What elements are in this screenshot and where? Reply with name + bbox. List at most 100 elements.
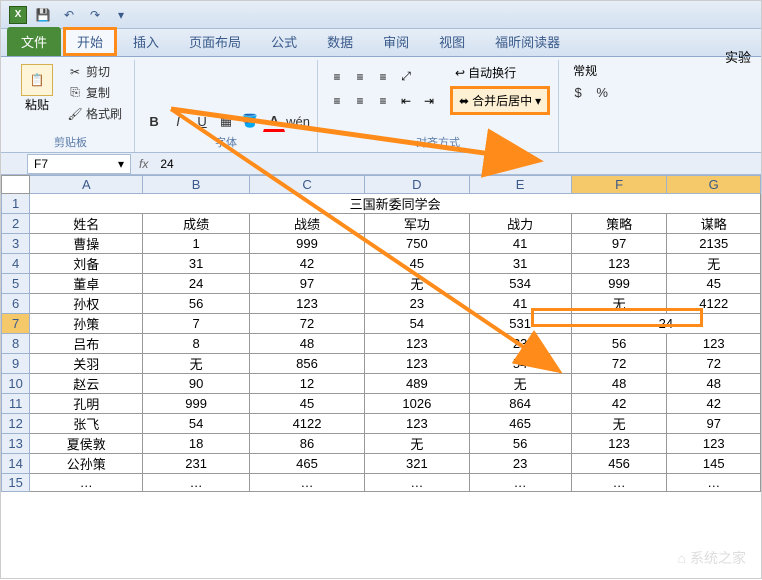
row-header[interactable]: 9 xyxy=(2,354,30,374)
cell[interactable]: 231 xyxy=(143,454,250,474)
cell[interactable]: 孙权 xyxy=(30,294,143,314)
row-header[interactable]: 12 xyxy=(2,414,30,434)
cell[interactable]: 23 xyxy=(469,334,571,354)
cell[interactable]: 54 xyxy=(143,414,250,434)
cell[interactable]: 97 xyxy=(667,414,761,434)
cell[interactable]: 18 xyxy=(143,434,250,454)
cell[interactable]: 123 xyxy=(571,254,667,274)
cell[interactable]: 军功 xyxy=(365,214,469,234)
cell[interactable]: 48 xyxy=(249,334,364,354)
bold-button[interactable]: B xyxy=(143,110,165,132)
row-header[interactable]: 5 xyxy=(2,274,30,294)
row-header[interactable]: 8 xyxy=(2,334,30,354)
cell[interactable]: 48 xyxy=(571,374,667,394)
col-header-B[interactable]: B xyxy=(143,176,250,194)
cell[interactable]: 吕布 xyxy=(30,334,143,354)
underline-button[interactable]: U xyxy=(191,110,213,132)
cell[interactable]: 97 xyxy=(571,234,667,254)
border-button[interactable]: ▦ xyxy=(215,110,237,132)
cell[interactable]: 41 xyxy=(469,234,571,254)
qat-undo-button[interactable]: ↶ xyxy=(59,5,79,25)
formula-bar-value[interactable]: 24 xyxy=(154,157,173,171)
cell[interactable]: 531 xyxy=(469,314,571,334)
italic-button[interactable]: I xyxy=(167,110,189,132)
tab-formulas[interactable]: 公式 xyxy=(257,27,311,56)
title-cell[interactable]: 三国新委同学会 xyxy=(30,194,761,214)
qat-redo-button[interactable]: ↷ xyxy=(85,5,105,25)
row-header[interactable]: 14 xyxy=(2,454,30,474)
tab-foxit[interactable]: 福昕阅读器 xyxy=(481,27,574,56)
cell[interactable]: 战力 xyxy=(469,214,571,234)
cell[interactable]: 72 xyxy=(249,314,364,334)
cell[interactable]: 56 xyxy=(143,294,250,314)
cell[interactable]: 42 xyxy=(667,394,761,414)
cell[interactable]: 24 xyxy=(571,314,760,334)
cell[interactable]: 1026 xyxy=(365,394,469,414)
cell[interactable]: 123 xyxy=(667,334,761,354)
cell[interactable]: 1 xyxy=(143,234,250,254)
cell[interactable]: 姓名 xyxy=(30,214,143,234)
cell[interactable]: 489 xyxy=(365,374,469,394)
col-header-E[interactable]: E xyxy=(469,176,571,194)
row-header[interactable]: 2 xyxy=(2,214,30,234)
cell[interactable]: 4122 xyxy=(667,294,761,314)
cell[interactable]: 24 xyxy=(143,274,250,294)
cell[interactable]: 曹操 xyxy=(30,234,143,254)
cell[interactable]: 无 xyxy=(667,254,761,274)
row-header[interactable]: 1 xyxy=(2,194,30,214)
cell[interactable]: … xyxy=(469,474,571,492)
cell[interactable]: 无 xyxy=(469,374,571,394)
cell[interactable]: 86 xyxy=(249,434,364,454)
cell[interactable]: 72 xyxy=(571,354,667,374)
cell[interactable]: … xyxy=(365,474,469,492)
row-header[interactable]: 7 xyxy=(2,314,30,334)
number-format-select[interactable]: 常规 xyxy=(567,62,613,79)
cell[interactable]: 750 xyxy=(365,234,469,254)
cell[interactable]: … xyxy=(249,474,364,492)
cell[interactable]: 145 xyxy=(667,454,761,474)
cell[interactable]: 45 xyxy=(249,394,364,414)
cell[interactable]: 23 xyxy=(365,294,469,314)
cell[interactable]: 123 xyxy=(365,354,469,374)
cell[interactable]: 2135 xyxy=(667,234,761,254)
cell[interactable]: 54 xyxy=(365,314,469,334)
cell[interactable]: 45 xyxy=(365,254,469,274)
cell[interactable]: 123 xyxy=(571,434,667,454)
cell[interactable]: 12 xyxy=(249,374,364,394)
cell[interactable]: 42 xyxy=(571,394,667,414)
fx-icon[interactable]: fx xyxy=(139,157,148,171)
align-top-button[interactable]: ≡ xyxy=(326,66,348,88)
name-box[interactable]: F7 ▾ xyxy=(27,154,131,174)
qat-save-button[interactable]: 💾 xyxy=(33,5,53,25)
cell[interactable]: 123 xyxy=(365,414,469,434)
cell[interactable]: 42 xyxy=(249,254,364,274)
cell[interactable]: 无 xyxy=(571,294,667,314)
cell[interactable]: 999 xyxy=(571,274,667,294)
col-header-F[interactable]: F xyxy=(571,176,667,194)
tab-review[interactable]: 审阅 xyxy=(369,27,423,56)
cell[interactable]: 56 xyxy=(469,434,571,454)
row-header[interactable]: 11 xyxy=(2,394,30,414)
cell[interactable]: 90 xyxy=(143,374,250,394)
cell[interactable]: 董卓 xyxy=(30,274,143,294)
row-header[interactable]: 13 xyxy=(2,434,30,454)
cell[interactable]: 23 xyxy=(469,454,571,474)
align-center-button[interactable]: ≡ xyxy=(349,90,371,112)
row-header[interactable]: 15 xyxy=(2,474,30,492)
cell[interactable]: 谋略 xyxy=(667,214,761,234)
cell[interactable]: 赵云 xyxy=(30,374,143,394)
cell[interactable]: 864 xyxy=(469,394,571,414)
cell[interactable]: 成绩 xyxy=(143,214,250,234)
row-header[interactable]: 6 xyxy=(2,294,30,314)
cell[interactable]: 31 xyxy=(143,254,250,274)
merge-center-button[interactable]: ⬌ 合并后居中 ▾ xyxy=(450,86,550,115)
tab-home[interactable]: 开始 xyxy=(63,27,117,56)
cell[interactable]: 夏侯敦 xyxy=(30,434,143,454)
cell[interactable]: 72 xyxy=(667,354,761,374)
cell[interactable]: 战绩 xyxy=(249,214,364,234)
orientation-button[interactable]: ⤢ xyxy=(395,66,417,88)
cell[interactable]: 策略 xyxy=(571,214,667,234)
cell[interactable]: 关羽 xyxy=(30,354,143,374)
paste-button[interactable]: 📋 粘贴 xyxy=(15,62,59,123)
cell[interactable]: 无 xyxy=(365,274,469,294)
